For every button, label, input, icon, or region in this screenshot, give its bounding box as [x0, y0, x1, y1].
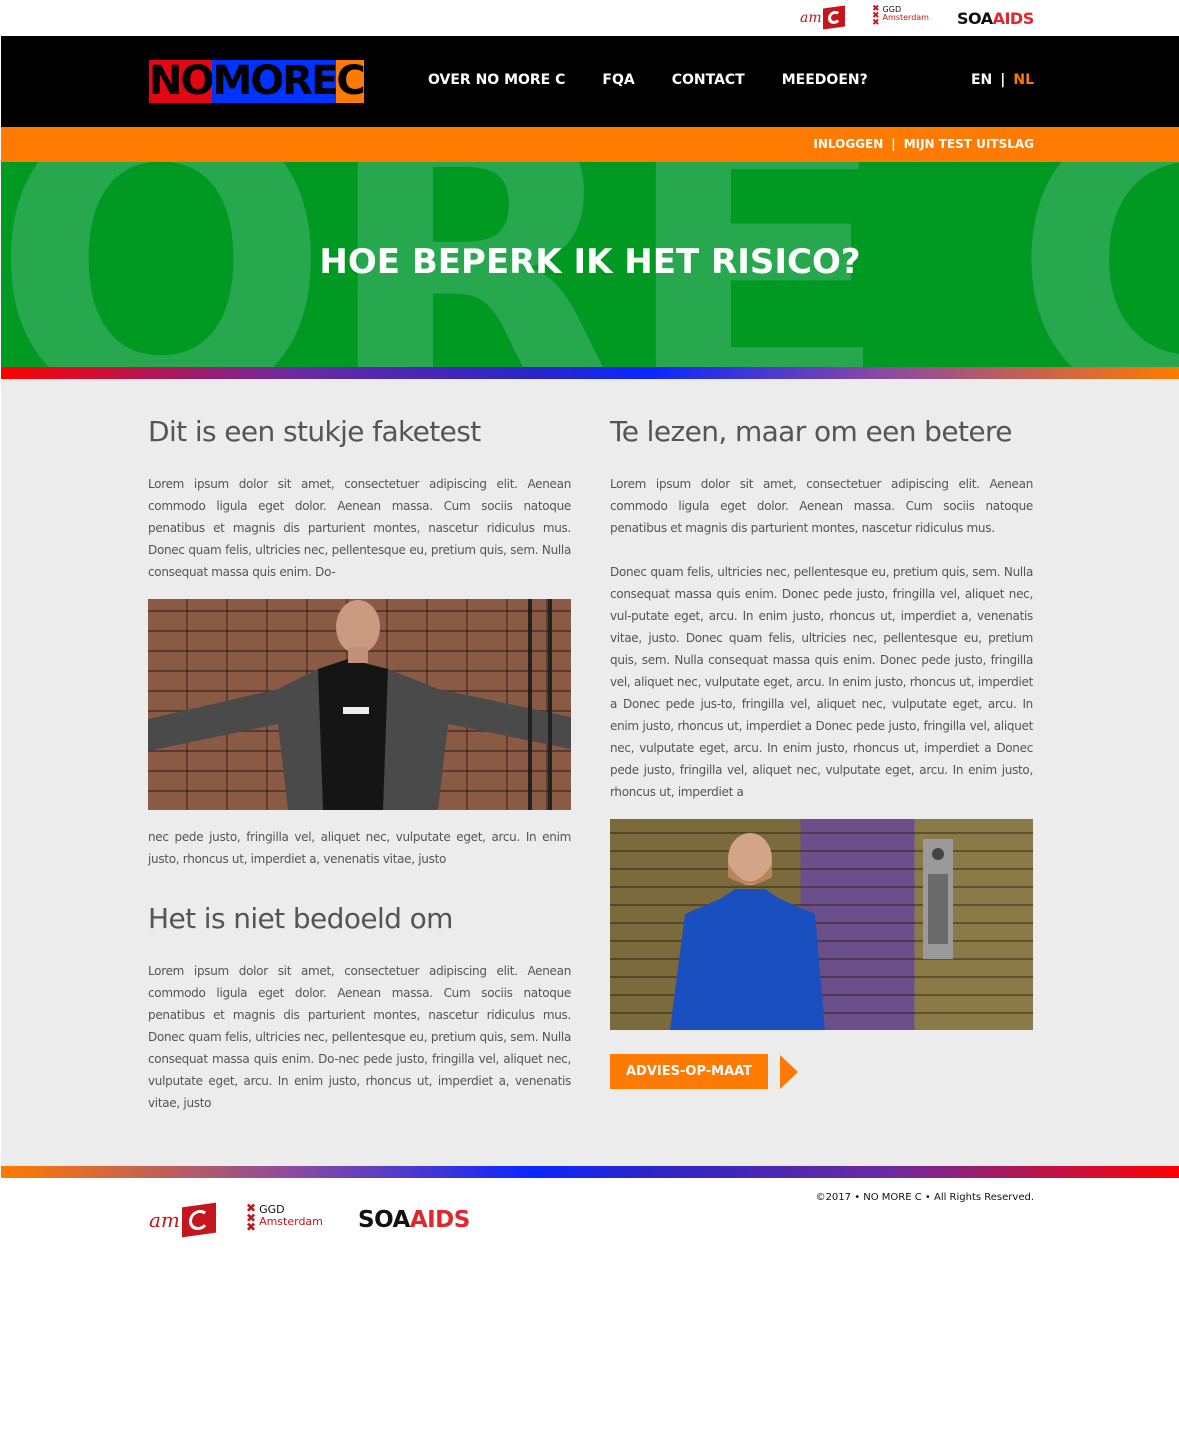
footer-amc-logo-text: am — [149, 1208, 180, 1232]
footer-ggd-logo[interactable]: ✖ ✖ ✖ GGD Amsterdam — [246, 1201, 323, 1235]
main-nav: OVER NO MORE C FQA CONTACT MEEDOEN? — [428, 72, 905, 88]
partner-strip: am ✖ ✖ ✖ GGD Amsterdam SOAAIDS — [0, 0, 1179, 36]
soaids-logo-soa: SOA — [957, 9, 993, 28]
lang-en[interactable]: EN — [971, 72, 992, 88]
footer-soaids-logo-aids: AIDS — [409, 1207, 471, 1233]
gradient-divider-bottom — [1, 1166, 1179, 1178]
brand-logo[interactable]: NO MO RE C — [149, 58, 366, 104]
nav-item-contact[interactable]: CONTACT — [672, 72, 745, 88]
man-grey-hoodie-photo — [148, 599, 571, 810]
footer-soaids-logo-soa: SOA — [358, 1207, 410, 1233]
nav-item-meedoen[interactable]: MEEDOEN? — [782, 72, 868, 88]
main-content: Dit is een stukje faketest Lorem ipsum d… — [1, 379, 1179, 1166]
soaids-logo-aids: AIDS — [992, 9, 1035, 28]
soaids-logo[interactable]: SOAAIDS — [957, 9, 1034, 28]
right-heading-1: Te lezen, maar om een betere — [610, 415, 1012, 448]
nav-item-over[interactable]: OVER NO MORE C — [428, 72, 565, 88]
left-paragraph-3: Lorem ipsum dolor sit amet, consectetuer… — [148, 964, 571, 1110]
site-header: NO MO RE C OVER NO MORE C FQA CONTACT MEEDO… — [1, 36, 1179, 127]
left-heading-1: Dit is een stukje faketest — [148, 415, 481, 448]
copyright-text: ©2017 • NO MORE C • All Rights Reserved. — [815, 1192, 1034, 1203]
footer-soaids-logo[interactable]: SOAAIDS — [358, 1207, 470, 1233]
amc-logo-icon — [822, 5, 845, 30]
login-link[interactable]: INLOGGEN — [813, 137, 883, 151]
right-paragraph-1: Lorem ipsum dolor sit amet, consectetuer… — [610, 477, 1033, 535]
nav-item-fqa[interactable]: FQA — [602, 72, 634, 88]
right-paragraph-2: Donec quam felis, ultricies nec, pellent… — [610, 565, 1033, 799]
amc-logo[interactable]: am — [800, 5, 845, 30]
man-blue-tracksuit-photo — [610, 819, 1033, 1030]
left-heading-2: Het is niet bedoeld om — [148, 902, 453, 935]
brand-letters-1: MO — [212, 58, 284, 104]
gradient-divider-top — [1, 367, 1179, 379]
right-column: Te lezen, maar om een betere Lorem ipsum… — [610, 413, 1033, 1089]
footer-amc-logo[interactable]: am — [149, 1202, 216, 1238]
brand-letters-3: C — [336, 58, 366, 104]
account-separator: | — [891, 137, 896, 151]
brand-letters-2: RE — [282, 58, 338, 104]
ggd-logo-line2: Amsterdam — [882, 13, 929, 23]
left-paragraph-1: Lorem ipsum dolor sit amet, consectetuer… — [148, 477, 571, 579]
site-footer: am ✖ ✖ ✖ GGD Amsterdam SOAAIDS ©2017 • NO … — [0, 1178, 1179, 1446]
left-column: Dit is een stukje faketest Lorem ipsum d… — [148, 413, 571, 1114]
lang-separator: | — [1000, 72, 1006, 88]
ggd-crosses-icon: ✖ ✖ ✖ — [872, 4, 880, 29]
amc-logo-text: am — [800, 9, 822, 26]
advice-button[interactable]: ADVIES-OP-MAAT — [610, 1054, 769, 1089]
account-bar: INLOGGEN | MIJN TEST UITSLAG — [1, 127, 1179, 162]
footer-ggd-logo-line1: GGD — [259, 1203, 285, 1216]
hero-banner: ORE C HOE BEPERK IK HET RISICO? — [1, 162, 1179, 367]
advice-arrow-icon[interactable] — [780, 1054, 799, 1089]
test-result-link[interactable]: MIJN TEST UITSLAG — [904, 137, 1034, 151]
left-paragraph-2: nec pede justo, fringilla vel, aliquet n… — [148, 830, 571, 866]
ggd-logo[interactable]: ✖ ✖ ✖ GGD Amsterdam — [872, 4, 929, 29]
page-title: HOE BEPERK IK HET RISICO? — [319, 242, 861, 282]
brand-letters-0: NO — [149, 58, 214, 104]
footer-ggd-crosses-icon: ✖ ✖ ✖ — [246, 1201, 257, 1235]
footer-ggd-logo-line2: Amsterdam — [259, 1214, 323, 1228]
footer-amc-logo-icon — [181, 1202, 216, 1238]
lang-nl[interactable]: NL — [1013, 72, 1034, 88]
language-switcher: EN | NL — [971, 72, 1034, 88]
